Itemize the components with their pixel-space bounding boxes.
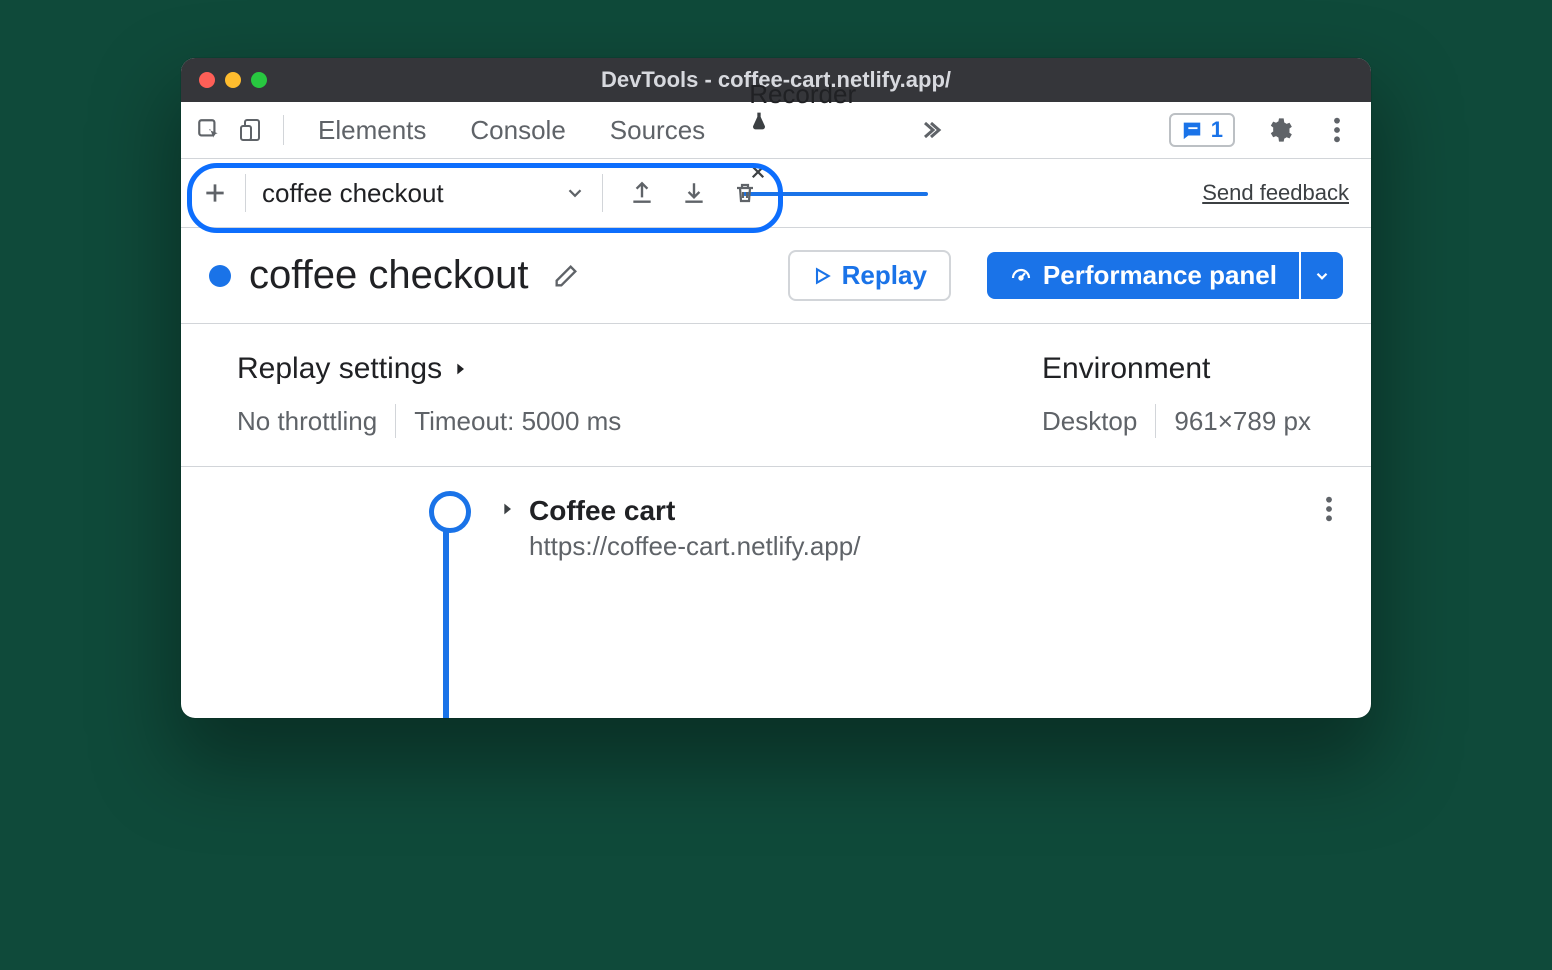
- environment-settings: Environment Desktop 961×789 px: [1042, 352, 1311, 438]
- replay-settings-heading-label: Replay settings: [237, 352, 442, 386]
- timeline-line: [443, 523, 449, 718]
- settings-gear-icon[interactable]: [1261, 112, 1297, 148]
- edit-title-icon[interactable]: [552, 262, 580, 290]
- recording-header: coffee checkout Replay Performance panel: [181, 228, 1371, 324]
- send-feedback-link[interactable]: Send feedback: [1202, 180, 1349, 206]
- device-toolbar-icon[interactable]: [233, 112, 269, 148]
- chevron-down-icon: [564, 182, 586, 204]
- caret-right-icon: [452, 359, 468, 379]
- replay-settings-heading[interactable]: Replay settings: [237, 352, 621, 386]
- close-window-button[interactable]: [199, 72, 215, 88]
- replay-settings: Replay settings No throttling Timeout: 5…: [237, 352, 621, 438]
- step-title: Coffee cart: [529, 495, 860, 527]
- window-controls: [199, 72, 267, 88]
- timeline-node-icon: [429, 491, 471, 533]
- timeout-value: Timeout: 5000 ms: [414, 406, 621, 437]
- replay-button[interactable]: Replay: [788, 250, 951, 301]
- divider: [602, 174, 603, 212]
- settings-row: Replay settings No throttling Timeout: 5…: [181, 324, 1371, 467]
- tab-console[interactable]: Console: [466, 101, 569, 160]
- inspect-element-icon[interactable]: [191, 112, 227, 148]
- export-icon[interactable]: [629, 179, 655, 207]
- experimental-flask-icon: [749, 110, 862, 132]
- recorder-toolbar: coffee checkout Send feedback: [181, 159, 1371, 228]
- minimize-window-button[interactable]: [225, 72, 241, 88]
- delete-icon[interactable]: [733, 179, 757, 207]
- step-url: https://coffee-cart.netlify.app/: [529, 531, 860, 562]
- steps-panel: Coffee cart https://coffee-cart.netlify.…: [181, 467, 1371, 665]
- tabstrip-right-icons: [1261, 112, 1355, 148]
- replay-button-label: Replay: [842, 260, 927, 291]
- issues-button[interactable]: 1: [1169, 113, 1235, 147]
- step-kebab-icon[interactable]: [1325, 495, 1333, 523]
- tab-recorder-label: Recorder: [749, 79, 856, 109]
- environment-heading: Environment: [1042, 352, 1311, 386]
- tab-elements[interactable]: Elements: [314, 101, 430, 160]
- tab-sources[interactable]: Sources: [606, 101, 709, 160]
- devtools-tabstrip: Elements Console Sources Recorder 1: [181, 102, 1371, 159]
- divider: [245, 174, 246, 212]
- kebab-menu-icon[interactable]: [1319, 112, 1355, 148]
- status-dot-icon: [209, 265, 231, 287]
- step-row[interactable]: Coffee cart https://coffee-cart.netlify.…: [499, 495, 1331, 562]
- zoom-window-button[interactable]: [251, 72, 267, 88]
- issues-count: 1: [1211, 117, 1223, 143]
- viewport-value: 961×789 px: [1174, 406, 1311, 437]
- divider: [1155, 404, 1156, 438]
- import-icon[interactable]: [681, 179, 707, 207]
- recording-title: coffee checkout: [249, 253, 528, 298]
- device-value: Desktop: [1042, 406, 1137, 437]
- performance-panel-caret[interactable]: [1301, 252, 1343, 299]
- caret-right-icon: [499, 499, 515, 562]
- throttling-value: No throttling: [237, 406, 377, 437]
- divider: [395, 404, 396, 438]
- divider: [283, 115, 284, 145]
- performance-panel-label: Performance panel: [1043, 260, 1277, 291]
- performance-panel-button[interactable]: Performance panel: [987, 252, 1299, 299]
- toolbar-actions: [629, 179, 757, 207]
- more-tabs-icon[interactable]: [912, 112, 948, 148]
- new-recording-icon[interactable]: [195, 180, 235, 206]
- devtools-window: DevTools - coffee-cart.netlify.app/ Elem…: [181, 58, 1371, 718]
- recording-dropdown[interactable]: coffee checkout: [256, 178, 592, 209]
- recording-dropdown-label: coffee checkout: [262, 178, 444, 209]
